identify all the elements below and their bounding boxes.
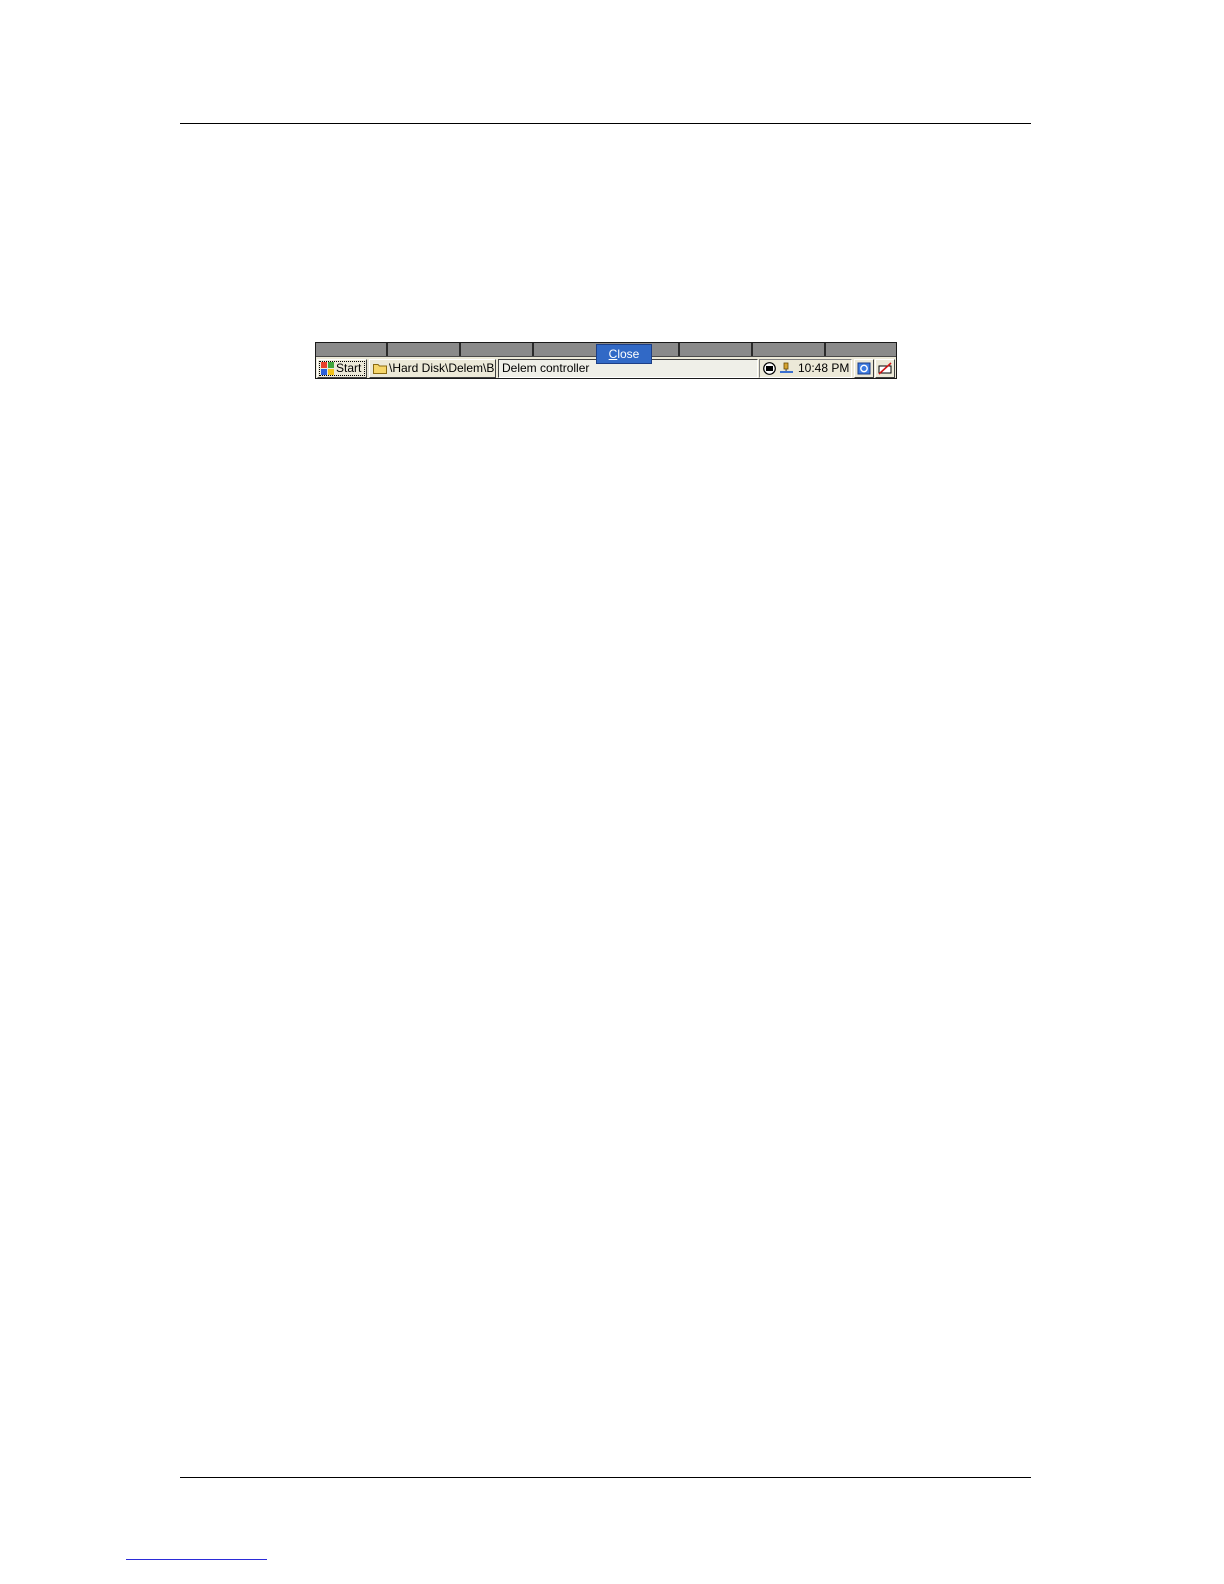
strip-separator [459, 343, 461, 356]
strip-separator [824, 343, 826, 356]
strip-separator [678, 343, 680, 356]
footnote-rule [126, 1559, 267, 1560]
close-menu-item[interactable]: Close [596, 344, 652, 364]
start-button[interactable]: Start [317, 359, 367, 378]
taskbar-screenshot: Close Start \Hard Disk\Delem\Bin Delem c… [315, 342, 897, 379]
taskbar-item-folder[interactable]: \Hard Disk\Delem\Bin [369, 359, 496, 378]
show-desktop-icon [857, 362, 871, 375]
footer-rule [180, 1477, 1031, 1478]
system-tray: 10:48 PM [759, 359, 852, 378]
strip-separator [751, 343, 753, 356]
header-rule [180, 123, 1031, 124]
keyboard-toggle-button[interactable] [875, 359, 895, 378]
controller-window-label: Delem controller [502, 361, 590, 375]
folder-icon [373, 364, 387, 374]
strip-separator [386, 343, 388, 356]
windows-flag-icon [321, 362, 334, 375]
close-rest: lose [617, 347, 640, 361]
strip-separator [532, 343, 534, 356]
clock[interactable]: 10:48 PM [798, 360, 849, 377]
folder-window-label: \Hard Disk\Delem\Bin [389, 361, 496, 375]
show-desktop-button[interactable] [854, 359, 874, 378]
start-label: Start [336, 361, 362, 375]
network-icon[interactable] [779, 362, 794, 375]
keyboard-icon [878, 362, 892, 375]
input-method-icon[interactable] [763, 362, 776, 375]
